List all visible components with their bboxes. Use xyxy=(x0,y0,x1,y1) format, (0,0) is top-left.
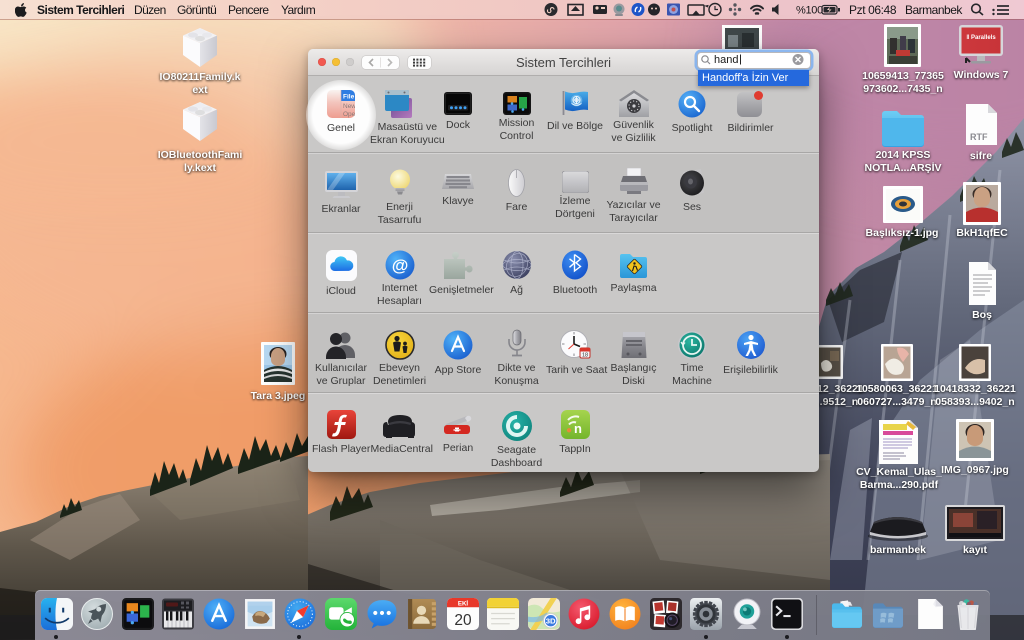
svg-text:n: n xyxy=(574,421,582,436)
svg-text:RTF: RTF xyxy=(970,132,988,142)
svg-text:Barmanbek: Barmanbek xyxy=(905,3,963,17)
svg-text:%100: %100 xyxy=(796,5,823,17)
svg-text:Ope: Ope xyxy=(343,111,355,118)
svg-text:File: File xyxy=(343,94,355,101)
svg-text:EKİ: EKİ xyxy=(457,601,468,608)
svg-text:18: 18 xyxy=(582,353,588,359)
svg-text:‖ Parallels: ‖ Parallels xyxy=(966,35,996,41)
svg-text:3D: 3D xyxy=(545,617,555,626)
svg-text:●: ● xyxy=(565,425,571,436)
svg-text:hand: hand xyxy=(714,54,738,66)
svg-text:New: New xyxy=(343,103,355,110)
svg-text:Pzt 06:48: Pzt 06:48 xyxy=(849,3,897,17)
svg-text:@: @ xyxy=(391,256,408,275)
svg-text:20: 20 xyxy=(454,612,471,629)
